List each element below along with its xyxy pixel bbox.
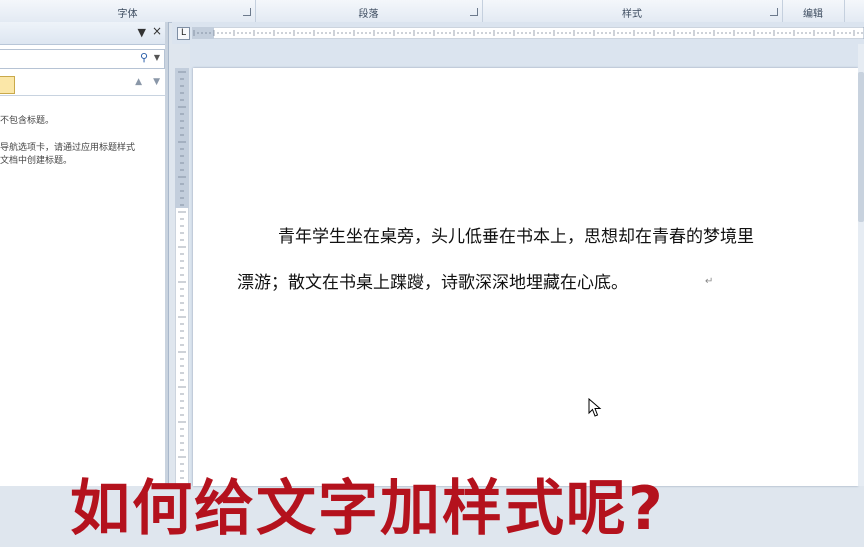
navigation-tabs: ▲ ▼ — [0, 75, 168, 96]
nav-message-line: 不包含标题。 — [0, 116, 55, 126]
dialog-launcher-icon[interactable] — [470, 8, 478, 16]
ribbon-group-bar: 字体 段落 样式 编辑 — [0, 0, 864, 23]
pane-menu-arrow-icon[interactable]: ▼ — [138, 26, 146, 39]
ruler-bar: L — [172, 22, 864, 44]
pane-splitter[interactable] — [165, 22, 168, 486]
scrollbar-thumb[interactable] — [858, 72, 864, 222]
previous-heading-icon[interactable]: ▲ — [135, 77, 142, 87]
caption-overlay: 如何给文字加样式呢? — [70, 474, 665, 544]
ribbon-group-styles: 样式 — [482, 0, 783, 22]
ribbon-group-font: 字体 — [0, 0, 256, 22]
ribbon-group-editing: 编辑 — [782, 0, 845, 22]
dialog-launcher-icon[interactable] — [243, 8, 251, 16]
tab-selector-button[interactable]: L — [177, 27, 190, 40]
ribbon-group-label: 编辑 — [803, 9, 823, 20]
document-text-line[interactable]: 青年学生坐在桌旁，头儿低垂在书本上，思想却在青春的梦境里 — [278, 222, 754, 247]
navigation-pane-header: ▼ × — [0, 22, 168, 45]
nav-message-line: 文档中创建标题。 — [0, 156, 73, 166]
close-icon[interactable]: × — [152, 24, 162, 38]
paragraph-mark: ↵ — [705, 276, 714, 287]
mouse-cursor-icon — [588, 398, 602, 417]
ribbon-group-label: 样式 — [622, 9, 642, 20]
vertical-scrollbar[interactable] — [858, 44, 864, 486]
search-icon[interactable]: ⚲ — [140, 51, 148, 64]
search-input[interactable] — [0, 53, 134, 72]
ribbon-group-label: 字体 — [117, 9, 138, 20]
dialog-launcher-icon[interactable] — [770, 8, 778, 16]
vertical-ruler[interactable] — [175, 68, 189, 486]
horizontal-ruler[interactable] — [192, 27, 864, 39]
tab-browse-pages[interactable] — [0, 76, 15, 94]
nav-message-line: 导航选项卡，请通过应用标题样式 — [0, 143, 136, 153]
navigation-pane: ▼ × ⚲ ▼ ▲ ▼ 不包含标题。 导航选项卡，请通过应用标题样式 文档中创建… — [0, 22, 169, 486]
ribbon-group-paragraph: 段落 — [255, 0, 483, 22]
navigation-search-box[interactable]: ⚲ ▼ — [0, 49, 165, 72]
document-text-line[interactable]: 漂游；散文在书桌上蹀躞，诗歌深深地埋藏在心底。 — [237, 268, 628, 293]
next-heading-icon[interactable]: ▼ — [153, 77, 160, 87]
ribbon-group-label: 段落 — [358, 9, 379, 20]
chevron-down-icon[interactable]: ▼ — [154, 53, 160, 62]
